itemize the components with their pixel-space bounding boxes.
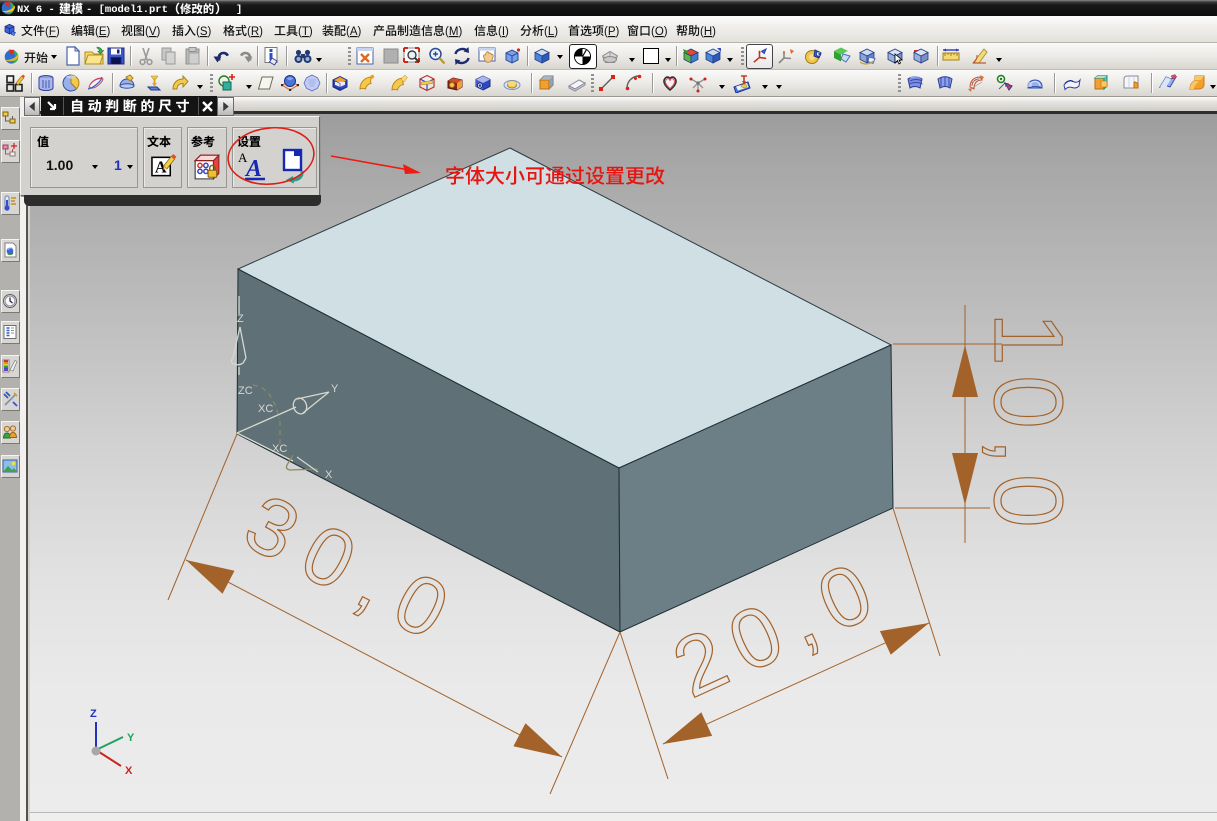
svg-text:10,0: 10,0 <box>974 312 1083 537</box>
svg-text:X: X <box>325 469 333 481</box>
svg-text:Y: Y <box>127 732 135 744</box>
svg-text:Z: Z <box>90 708 97 720</box>
svg-text:XC: XC <box>272 443 287 455</box>
svg-text:Z: Z <box>237 313 244 325</box>
svg-text:Y: Y <box>331 383 339 395</box>
svg-text:XC: XC <box>258 403 273 415</box>
svg-text:ZC: ZC <box>238 385 253 397</box>
svg-text:X: X <box>125 765 133 777</box>
